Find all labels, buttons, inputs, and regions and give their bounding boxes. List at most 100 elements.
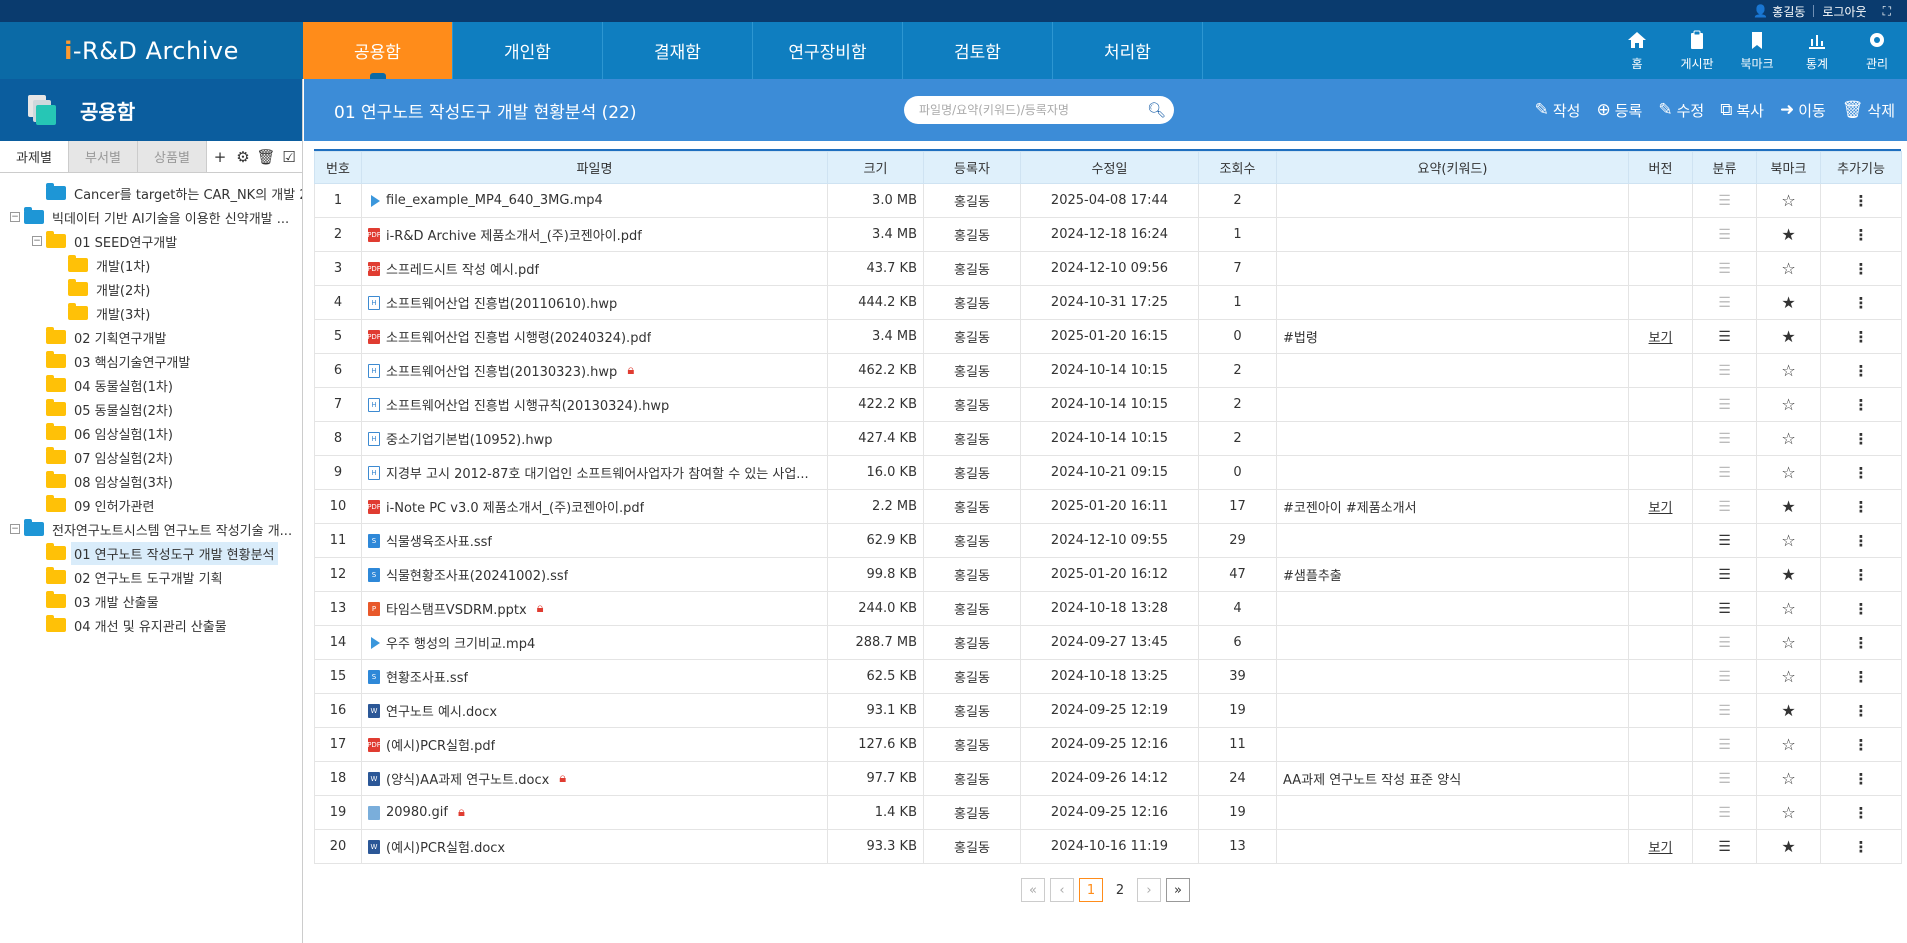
- column-header[interactable]: 크기: [827, 151, 924, 184]
- file-name-cell[interactable]: H 소프트웨어산업 진흥법(20130323).hwp 🔒︎: [361, 353, 828, 388]
- table-row[interactable]: 17 PDF (예시)PCR실험.pdf 127.6 KB 홍길동 2024-09-25 …: [314, 727, 1902, 762]
- nav-tab[interactable]: 공용함: [303, 22, 453, 79]
- file-name[interactable]: S 식물현황조사표(20241002).ssf: [368, 565, 827, 584]
- file-name-cell[interactable]: H 소프트웨어산업 진흥법 시행규칙(20130324).hwp: [361, 387, 828, 422]
- file-name-text[interactable]: file_example_MP4_640_3MG.mp4: [386, 193, 603, 208]
- file-name-text[interactable]: 식물생육조사표.ssf: [386, 531, 492, 550]
- file-name-cell[interactable]: S 현황조사표.ssf: [361, 659, 828, 694]
- file-name-cell[interactable]: S 식물생육조사표.ssf: [361, 523, 828, 558]
- more-options-icon[interactable]: ⋮: [1854, 634, 1869, 652]
- file-name-cell[interactable]: H 소프트웨어산업 진흥법(20110610).hwp: [361, 285, 828, 320]
- tree-item[interactable]: Cancer를 target하는 CAR_NK의 개발 2차: [0, 181, 302, 205]
- quick-gear[interactable]: 관리: [1847, 22, 1907, 79]
- table-row[interactable]: 4 H 소프트웨어산업 진흥법(20110610).hwp 444.2 KB 홍길동 20…: [314, 285, 1902, 320]
- tree-item[interactable]: 09 인허가관련: [0, 493, 302, 517]
- quick-chart[interactable]: 통계: [1787, 22, 1847, 79]
- file-name[interactable]: PDF i-Note PC v3.0 제품소개서_(주)코젠아이.pdf: [367, 497, 827, 516]
- file-name[interactable]: H 중소기업기본법(10952).hwp: [368, 429, 827, 448]
- list-icon[interactable]: ☰: [1718, 805, 1731, 821]
- file-name[interactable]: P 타임스탬프VSDRM.pptx 🔒︎: [368, 599, 827, 618]
- table-row[interactable]: 18 W (양식)AA과제 연구노트.docx 🔒︎ 97.7 KB 홍길동 2024-09…: [314, 761, 1902, 796]
- star-outline-icon[interactable]: ☆: [1781, 361, 1795, 380]
- file-name[interactable]: W (예시)PCR실험.docx: [368, 837, 827, 856]
- file-name[interactable]: W 연구노트 예시.docx: [368, 701, 827, 720]
- file-name-text[interactable]: 식물현황조사표(20241002).ssf: [386, 565, 568, 584]
- star-outline-icon[interactable]: ☆: [1781, 803, 1795, 822]
- more-options-icon[interactable]: ⋮: [1854, 260, 1869, 278]
- table-row[interactable]: 7 H 소프트웨어산업 진흥법 시행규칙(20130324).hwp 422.2 KB…: [314, 387, 1902, 422]
- file-name-text[interactable]: 20980.gif: [386, 805, 448, 820]
- collapse-toggle-icon[interactable]: −: [10, 212, 20, 222]
- action-plus-circle-button[interactable]: ⊕ 등록: [1596, 100, 1642, 121]
- file-name-text[interactable]: 소프트웨어산업 진흥법 시행규칙(20130324).hwp: [386, 395, 669, 414]
- more-options-icon[interactable]: ⋮: [1854, 838, 1869, 856]
- more-options-icon[interactable]: ⋮: [1854, 532, 1869, 550]
- gear-icon[interactable]: ⚙: [235, 148, 252, 166]
- column-header[interactable]: 추가기능: [1820, 151, 1902, 184]
- list-icon[interactable]: ☰: [1718, 703, 1731, 719]
- star-filled-icon[interactable]: ★: [1781, 293, 1795, 312]
- fullscreen-icon[interactable]: ⛶: [1875, 4, 1899, 19]
- search-icon[interactable]: 🔍︎: [1147, 101, 1166, 119]
- tree-item[interactable]: − 전자연구노트시스템 연구노트 작성기술 개...: [0, 517, 302, 541]
- table-row[interactable]: 20 W (예시)PCR실험.docx 93.3 KB 홍길동 2024-10-16 11…: [314, 829, 1902, 864]
- file-name-cell[interactable]: W (예시)PCR실험.docx: [361, 829, 828, 864]
- file-name[interactable]: file_example_MP4_640_3MG.mp4: [368, 193, 827, 208]
- star-filled-icon[interactable]: ★: [1781, 837, 1795, 856]
- star-filled-icon[interactable]: ★: [1781, 701, 1795, 720]
- star-outline-icon[interactable]: ☆: [1781, 395, 1795, 414]
- file-name[interactable]: PDF (예시)PCR실험.pdf: [367, 735, 827, 754]
- add-icon[interactable]: +: [212, 148, 229, 166]
- file-name[interactable]: H 소프트웨어산업 진흥법(20130323).hwp 🔒︎: [368, 361, 827, 380]
- file-name[interactable]: PDF 스프레드시트 작성 예시.pdf: [367, 259, 827, 278]
- more-options-icon[interactable]: ⋮: [1854, 498, 1869, 516]
- file-name[interactable]: 우주 행성의 크기비교.mp4: [368, 633, 827, 652]
- more-options-icon[interactable]: ⋮: [1854, 192, 1869, 210]
- tree-item[interactable]: 04 동물실험(1차): [0, 373, 302, 397]
- file-name-cell[interactable]: PDF 스프레드시트 작성 예시.pdf: [361, 251, 828, 286]
- quick-clipboard[interactable]: 게시판: [1667, 22, 1727, 79]
- file-name-text[interactable]: 소프트웨어산업 진흥법(20110610).hwp: [386, 293, 617, 312]
- file-name-cell[interactable]: W 연구노트 예시.docx: [361, 693, 828, 728]
- tree-item[interactable]: 07 임상실험(2차): [0, 445, 302, 469]
- more-options-icon[interactable]: ⋮: [1854, 566, 1869, 584]
- tree-item[interactable]: 05 동물실험(2차): [0, 397, 302, 421]
- star-outline-icon[interactable]: ☆: [1781, 599, 1795, 618]
- list-icon[interactable]: ☰: [1718, 499, 1731, 515]
- file-name-text[interactable]: i-R&D Archive 제품소개서_(주)코젠아이.pdf: [386, 225, 642, 244]
- tree-item[interactable]: − 01 SEED연구개발: [0, 229, 302, 253]
- nav-tab[interactable]: 검토함: [903, 22, 1053, 79]
- file-name-cell[interactable]: PDF i-R&D Archive 제품소개서_(주)코젠아이.pdf: [361, 217, 828, 252]
- table-row[interactable]: 2 PDF i-R&D Archive 제품소개서_(주)코젠아이.pdf 3.4 M…: [314, 217, 1902, 252]
- table-row[interactable]: 5 PDF 소프트웨어산업 진흥법 시행령(20240324).pdf 3.4 MB 홍…: [314, 319, 1902, 354]
- search-input[interactable]: [919, 103, 1147, 117]
- list-icon[interactable]: ☰: [1718, 635, 1731, 651]
- first-page-button[interactable]: «: [1021, 878, 1045, 902]
- file-name-text[interactable]: i-Note PC v3.0 제품소개서_(주)코젠아이.pdf: [386, 497, 644, 516]
- more-options-icon[interactable]: ⋮: [1854, 294, 1869, 312]
- action-copy-button[interactable]: ⧉ 복사: [1720, 100, 1764, 121]
- tree-item[interactable]: 02 연구노트 도구개발 기획: [0, 565, 302, 589]
- quick-home[interactable]: 홈: [1607, 22, 1667, 79]
- more-options-icon[interactable]: ⋮: [1854, 770, 1869, 788]
- file-name-cell[interactable]: P 타임스탬프VSDRM.pptx 🔒︎: [361, 591, 828, 626]
- list-icon[interactable]: ☰: [1718, 669, 1731, 685]
- star-outline-icon[interactable]: ☆: [1781, 769, 1795, 788]
- star-outline-icon[interactable]: ☆: [1781, 191, 1795, 210]
- star-filled-icon[interactable]: ★: [1781, 497, 1795, 516]
- column-header[interactable]: 북마크: [1756, 151, 1821, 184]
- table-row[interactable]: 8 H 중소기업기본법(10952).hwp 427.4 KB 홍길동 2024-10-1…: [314, 421, 1902, 456]
- file-name-text[interactable]: 소프트웨어산업 진흥법 시행령(20240324).pdf: [386, 327, 651, 346]
- tree-item[interactable]: 개발(2차): [0, 277, 302, 301]
- tab-by-product[interactable]: 상품별: [138, 141, 207, 172]
- tree-item[interactable]: 06 임상실험(1차): [0, 421, 302, 445]
- file-name[interactable]: S 식물생육조사표.ssf: [368, 531, 827, 550]
- tree-item[interactable]: 08 임상실험(3차): [0, 469, 302, 493]
- action-move-button[interactable]: ➜ 이동: [1780, 100, 1826, 121]
- file-name-text[interactable]: 지경부 고시 2012-87호 대기업인 소프트웨어사업자가 참여할 수 있는 …: [386, 463, 809, 482]
- file-name-cell[interactable]: H 지경부 고시 2012-87호 대기업인 소프트웨어사업자가 참여할 수 있는…: [361, 455, 828, 490]
- file-name-text[interactable]: 현황조사표.ssf: [386, 667, 468, 686]
- version-view-link[interactable]: 보기: [1649, 841, 1673, 856]
- user-info[interactable]: 👤 홍길동: [1745, 3, 1813, 20]
- nav-tab[interactable]: 연구장비함: [753, 22, 903, 79]
